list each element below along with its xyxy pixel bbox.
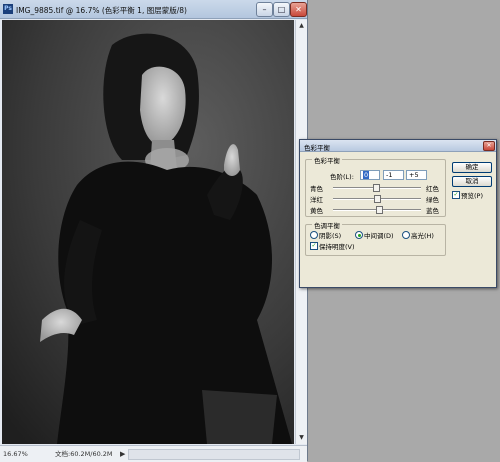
image-canvas[interactable] bbox=[2, 20, 294, 444]
slider-thumb[interactable] bbox=[374, 195, 381, 203]
preview-label[interactable]: 预览(P) bbox=[461, 190, 483, 200]
level-field-magenta-green[interactable]: -1 bbox=[383, 170, 404, 180]
color-balance-group: 色彩平衡 色阶(L): 0 -1 +5 青色 红色 洋红 绿色 黄色 蓝色 bbox=[305, 155, 446, 217]
dialog-title-bar[interactable]: 色彩平衡 ✕ bbox=[300, 140, 496, 152]
shadows-radio[interactable] bbox=[310, 231, 318, 239]
document-title: IMG_9885.tif @ 16.7% (色彩平衡 1, 图层蒙版/8) bbox=[16, 6, 187, 15]
document-info: 文档:60.2M/60.2M bbox=[55, 450, 113, 458]
slider-left-label: 青色 bbox=[310, 185, 323, 193]
slider-thumb[interactable] bbox=[373, 184, 380, 192]
zoom-level[interactable]: 16.67% bbox=[3, 449, 33, 459]
level-field-yellow-blue[interactable]: +5 bbox=[406, 170, 427, 180]
slider-left-label: 洋红 bbox=[310, 196, 323, 204]
scroll-up-icon[interactable]: ▲ bbox=[297, 21, 306, 30]
midtones-label[interactable]: 中间调(D) bbox=[364, 230, 394, 240]
slider-left-label: 黄色 bbox=[310, 207, 323, 215]
photoshop-icon: Ps bbox=[3, 4, 13, 14]
dialog-title: 色彩平衡 bbox=[304, 144, 330, 152]
maximize-button[interactable]: □ bbox=[273, 2, 290, 17]
group-legend: 色彩平衡 bbox=[312, 155, 342, 165]
status-bar: 16.67% 文档:60.2M/60.2M ▶ bbox=[0, 445, 307, 462]
preview-checkbox[interactable]: ✓ bbox=[452, 191, 460, 199]
close-button[interactable]: ✕ bbox=[290, 2, 307, 17]
document-window: Ps IMG_9885.tif @ 16.7% (色彩平衡 1, 图层蒙版/8)… bbox=[0, 0, 308, 462]
slider-right-label: 绿色 bbox=[426, 196, 439, 204]
level-field-cyan-red[interactable]: 0 bbox=[360, 170, 380, 180]
slider-thumb[interactable] bbox=[376, 206, 383, 214]
highlights-label[interactable]: 高光(H) bbox=[411, 230, 434, 240]
photo-image bbox=[2, 20, 294, 444]
ok-button[interactable]: 确定 bbox=[452, 162, 492, 173]
group-legend: 色调平衡 bbox=[312, 220, 342, 230]
slider-right-label: 红色 bbox=[426, 185, 439, 193]
scroll-down-icon[interactable]: ▼ bbox=[297, 433, 306, 442]
levels-label: 色阶(L): bbox=[330, 173, 354, 181]
slider-right-label: 蓝色 bbox=[426, 207, 439, 215]
highlights-radio[interactable] bbox=[402, 231, 410, 239]
cancel-button[interactable]: 取消 bbox=[452, 176, 492, 187]
midtones-radio[interactable] bbox=[355, 231, 363, 239]
dialog-close-button[interactable]: ✕ bbox=[483, 141, 495, 151]
horizontal-scrollbar[interactable] bbox=[128, 449, 300, 460]
minimize-button[interactable]: – bbox=[256, 2, 273, 17]
preserve-luminosity-label[interactable]: 保持明度(V) bbox=[319, 241, 355, 251]
shadows-label[interactable]: 阴影(S) bbox=[319, 230, 341, 240]
document-title-bar[interactable]: Ps IMG_9885.tif @ 16.7% (色彩平衡 1, 图层蒙版/8)… bbox=[0, 0, 307, 19]
preserve-luminosity-checkbox[interactable]: ✓ bbox=[310, 242, 318, 250]
color-balance-dialog: 色彩平衡 ✕ 色彩平衡 色阶(L): 0 -1 +5 青色 红色 洋红 绿色 黄… bbox=[299, 139, 497, 288]
status-menu-arrow-icon[interactable]: ▶ bbox=[120, 449, 125, 459]
tone-balance-group: 色调平衡 阴影(S) 中间调(D) 高光(H) ✓ 保持明度(V) bbox=[305, 220, 446, 256]
